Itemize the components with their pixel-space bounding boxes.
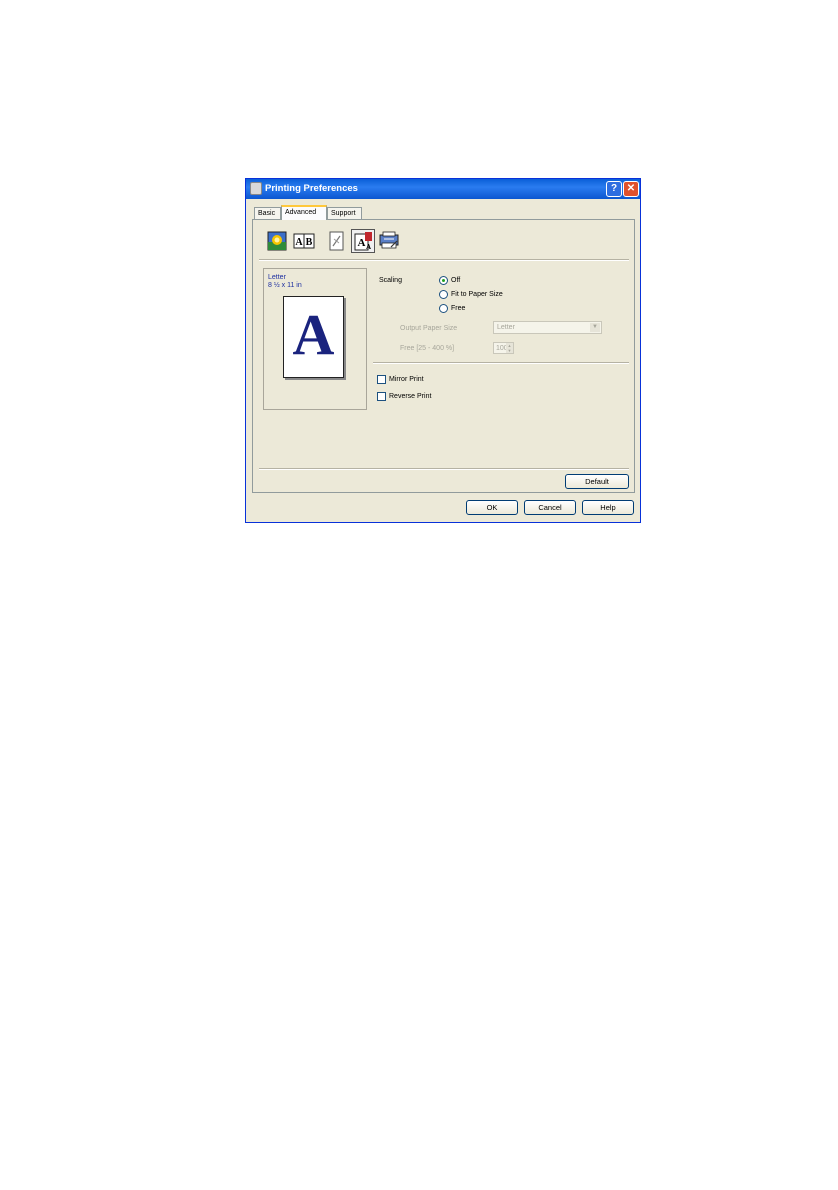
output-paper-size-value: Letter <box>497 324 515 331</box>
scaling-fit-label[interactable]: Fit to Paper Size <box>451 290 503 299</box>
help-button[interactable]: Help <box>582 500 634 515</box>
ok-button[interactable]: OK <box>466 500 518 515</box>
scaling-free-label[interactable]: Free <box>451 304 465 313</box>
scaling-fit-radio[interactable] <box>439 290 448 299</box>
toolbar-divider <box>259 259 629 261</box>
scaling-divider <box>373 362 629 364</box>
layout-ab-icon[interactable]: AB <box>292 229 316 253</box>
color-settings-icon[interactable] <box>265 229 289 253</box>
free-percent-spinner[interactable]: 100 ▲ ▼ <box>493 342 514 354</box>
paper-preview: Letter 8 ½ x 11 in A <box>263 268 367 410</box>
svg-text:A: A <box>366 243 371 251</box>
tab-basic[interactable]: Basic <box>254 207 281 219</box>
title-close-button[interactable]: ✕ <box>623 181 639 197</box>
svg-text:B: B <box>306 237 313 248</box>
default-button[interactable]: Default <box>565 474 629 489</box>
output-paper-size-label: Output Paper Size <box>400 325 458 332</box>
printing-preferences-dialog: Printing Preferences ? ✕ Basic Advanced … <box>245 178 641 523</box>
printer-icon <box>250 182 262 195</box>
bottom-divider <box>259 468 629 470</box>
svg-text:A: A <box>358 237 366 249</box>
scaling-free-radio[interactable] <box>439 304 448 313</box>
device-options-icon[interactable] <box>377 229 401 253</box>
preview-paper-size: 8 ½ x 11 in <box>268 282 302 289</box>
spinner-arrows-icon[interactable]: ▲ ▼ <box>506 343 513 353</box>
scaling-label: Scaling <box>379 277 402 284</box>
preview-page: A <box>283 296 344 378</box>
cancel-button[interactable]: Cancel <box>524 500 576 515</box>
mirror-print-checkbox[interactable] <box>377 375 386 384</box>
mirror-print-label[interactable]: Mirror Print <box>389 375 424 384</box>
svg-text:A: A <box>295 237 303 248</box>
scaling-off-label[interactable]: Off <box>451 276 460 285</box>
chevron-down-icon[interactable]: ▼ <box>590 323 600 332</box>
reverse-print-checkbox[interactable] <box>377 392 386 401</box>
free-percent-label: Free [25 - 400 %] <box>400 345 455 352</box>
advanced-tab-panel: AB AA Letter 8 ½ x 11 in A Scaling Off F… <box>252 219 635 493</box>
scaling-icon[interactable]: AA <box>351 229 375 253</box>
output-paper-size-select[interactable]: Letter ▼ <box>493 321 602 334</box>
title-help-button[interactable]: ? <box>606 181 622 197</box>
watermark-icon[interactable] <box>324 229 348 253</box>
scaling-off-radio[interactable] <box>439 276 448 285</box>
reverse-print-label[interactable]: Reverse Print <box>389 392 431 401</box>
preview-page-glyph: A <box>292 302 335 367</box>
title-bar[interactable]: Printing Preferences ? ✕ <box>246 179 640 199</box>
tab-advanced[interactable]: Advanced <box>281 205 327 220</box>
tab-support[interactable]: Support <box>327 207 362 219</box>
window-title: Printing Preferences <box>265 183 358 194</box>
